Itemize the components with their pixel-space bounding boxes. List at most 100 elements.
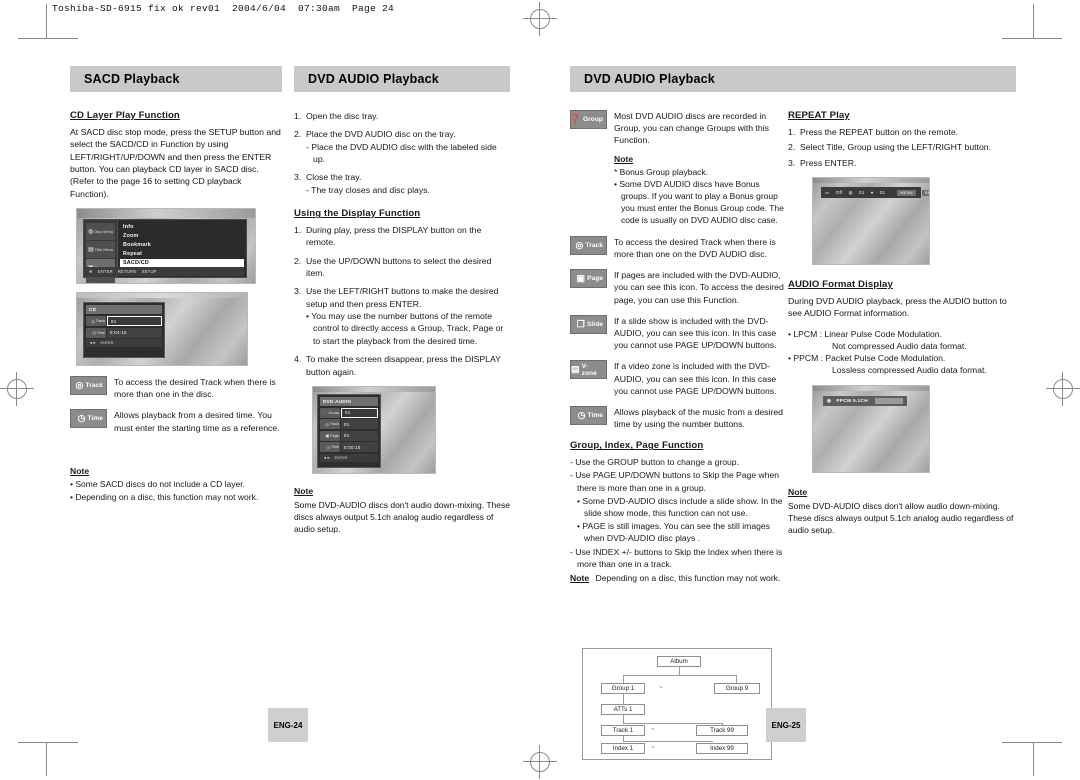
- osd-dvd-row-value: 01: [341, 407, 378, 418]
- diagram-node-index-last: Index 99: [696, 743, 748, 754]
- step-text: Close the tray.: [306, 172, 362, 183]
- icon-label: Page: [587, 275, 603, 283]
- list-item: 2. Place the DVD AUDIO disc on the tray.…: [294, 128, 510, 165]
- time-icon: ◷ Time: [320, 442, 340, 453]
- osd-side-disc-menu[interactable]: ◍ Disc Menu: [86, 223, 115, 241]
- tv-screenshot-repeat-osd: ▭ Off ◍ 01 ● 01 MENU SETUP: [812, 177, 930, 266]
- step-text: Place the DVD AUDIO disc on the tray.: [306, 129, 456, 140]
- icon-description: Allows playback of the music from a desi…: [614, 406, 783, 430]
- osd-cd-row-time[interactable]: ◷ Time 0:04:15: [86, 327, 162, 338]
- step-number: 2.: [294, 129, 302, 140]
- osd-dvd-header: DVD AUDIO: [320, 396, 378, 406]
- step-text: Select Title, Group using the LEFT/RIGHT…: [800, 142, 992, 153]
- disc-icon: ◍: [88, 229, 94, 236]
- osd-dvd-row-icon-label: Time: [330, 445, 339, 450]
- osd-side-setup[interactable]: ✿Setup: [86, 277, 115, 284]
- icon-row-time: ◷ Time Allows playback of the music from…: [570, 405, 786, 430]
- registration-mark-left-icon: [0, 372, 34, 406]
- osd-cd-footer: ◄► ENTER: [86, 339, 162, 348]
- diagram-connector: [623, 675, 737, 676]
- page-right: DVD AUDIO Playback ❓ Group Most DVD AUDI…: [566, 66, 1018, 760]
- icon-description: Most DVD AUDIO discs are recorded in Gro…: [614, 111, 770, 146]
- osd-repeat-group[interactable]: 01: [880, 190, 886, 195]
- osd-tag-setup: SETUP: [921, 189, 929, 196]
- osd-side-title-menu[interactable]: ▤ Title Menu: [86, 241, 115, 259]
- step-text: Open the disc tray.: [306, 111, 379, 121]
- list-item: 2. Use the UP/DOWN buttons to select the…: [294, 255, 510, 280]
- group-index-page-lines: - Use the GROUP button to change a group…: [570, 456, 786, 570]
- osd-cd-row-track[interactable]: ◎ Track 01: [86, 316, 162, 327]
- osd-dvd-row-time[interactable]: ◷ Time 0:00:15: [320, 442, 378, 453]
- osd-side-label: Disc Menu: [94, 229, 114, 235]
- osd-dvd-row-page[interactable]: ▣ Page 01: [320, 430, 378, 441]
- note-item: • Depending on a disc, this function may…: [70, 491, 259, 502]
- tv-top-band: [813, 178, 929, 184]
- osd-menu-item-zoom[interactable]: Zoom: [120, 231, 244, 240]
- gear-icon: ✿: [88, 282, 93, 283]
- icon-label: V-zone: [581, 362, 597, 377]
- osd-cd-header: CD: [86, 305, 162, 315]
- osd-audio-indicator: [875, 397, 903, 404]
- osd-dvd-row-track[interactable]: ◎ Track 01: [320, 419, 378, 430]
- step-subtext: • You may use the number buttons of the …: [306, 311, 504, 346]
- diagram-node-track-first: Track 1: [601, 725, 645, 736]
- osd-dvd-row-icon-label: Group: [328, 410, 339, 415]
- diagram-node-group-last: Group 9: [714, 683, 760, 694]
- audio-bullet-ppcm: • PPCM : Packet Pulse Code Modulation.: [788, 353, 946, 364]
- osd-menu-item-info[interactable]: Info: [120, 222, 244, 231]
- step-text-wrap: Place the DVD AUDIO disc on the tray. - …: [306, 128, 510, 165]
- icon-label: Group: [583, 116, 603, 123]
- note-item: • Some SACD discs do not include a CD la…: [70, 478, 245, 489]
- step-number: 1.: [294, 225, 302, 236]
- step-text-wrap: Use the LEFT/RIGHT buttons to make the d…: [306, 285, 510, 347]
- step-number: 1.: [294, 111, 302, 121]
- track-glyph: ◎: [575, 239, 584, 250]
- osd-dvd-footer-label: ENTER: [334, 455, 348, 460]
- osd-repeat-title[interactable]: 01: [859, 190, 865, 195]
- osd-audio-format-bar: ◍ PPCM 5.1CH: [823, 395, 907, 406]
- arrows-icon: ◄►: [89, 341, 97, 346]
- osd-side-label: Title Menu: [94, 247, 114, 253]
- osd-menu-item-bookmark[interactable]: Bookmark: [120, 240, 244, 249]
- note-heading: Note: [788, 486, 808, 497]
- audio-format-bullets: • LPCM : Linear Pulse Code Modulation. N…: [788, 328, 1016, 377]
- step-text-wrap: Close the tray. - The tray closes and di…: [306, 171, 510, 196]
- note-item: • Some DVD AUDIO discs have Bonus groups…: [614, 179, 784, 226]
- osd-hint-return: RETURN: [117, 269, 137, 275]
- icon-description: If a slide show is included with the DVD…: [614, 315, 777, 351]
- repeat-play-heading: REPEAT Play: [788, 110, 850, 121]
- section-title-dvd-audio-playback-left: DVD AUDIO Playback: [294, 66, 510, 92]
- osd-repeat-off[interactable]: Off: [836, 190, 843, 195]
- osd-dvd-row-icon-label: Page: [330, 433, 339, 438]
- group-index-page-function-heading: Group, Index, Page Function: [570, 440, 704, 452]
- left-page-column-2: 1. Open the disc tray. 2. Place the DVD …: [294, 110, 510, 543]
- icon-row-group: ❓ Group Most DVD AUDIO discs are recorde…: [570, 110, 786, 147]
- step-text: Use the LEFT/RIGHT buttons to make the d…: [306, 286, 499, 309]
- icon-row-time: ◷ Time Allows playback from a desired ti…: [70, 409, 282, 433]
- diagram-node-index-first: Index 1: [601, 743, 645, 754]
- gip-line: • PAGE is still images. You can see the …: [577, 521, 770, 544]
- disc-loading-steps: 1. Open the disc tray. 2. Place the DVD …: [294, 110, 510, 196]
- cd-layer-play-function-paragraph: At SACD disc stop mode, press the SETUP …: [70, 127, 281, 199]
- diagram-connector: [736, 675, 737, 683]
- tv-top-band: [313, 386, 435, 392]
- osd-dvd-row-value: 01: [341, 419, 378, 430]
- step-number: 3.: [788, 157, 796, 168]
- step-number: 3.: [294, 172, 302, 183]
- diagram-connector: [623, 715, 624, 723]
- track-glyph: ◎: [75, 380, 84, 391]
- diagram-connector: [623, 675, 624, 683]
- osd-cd-row-value: 0:04:15: [107, 327, 162, 338]
- icon-description: If a video zone is included with the DVD…: [614, 361, 777, 396]
- slide-icon: ❐ Slide: [570, 314, 607, 334]
- osd-cd-info-box: CD ◎ Track 01 ◷ Time 0:04:15 ◄► ENTER: [83, 302, 165, 359]
- group-icon: ❓ Group: [570, 110, 607, 129]
- osd-menu-item-repeat[interactable]: Repeat: [120, 250, 244, 259]
- tv-top-band: [77, 293, 247, 299]
- note-text: Some DVD-AUDIO discs don't allow audio d…: [788, 500, 1014, 535]
- time-icon: ◷ Time: [570, 405, 607, 425]
- osd-dvd-row-group[interactable]: ❓ Group 01: [320, 407, 378, 418]
- icon-description: If pages are included with the DVD-AUDIO…: [614, 270, 784, 305]
- page-number-badge-right: ENG-25: [766, 708, 806, 742]
- gip-note: Note Depending on a disc, this function …: [570, 573, 786, 583]
